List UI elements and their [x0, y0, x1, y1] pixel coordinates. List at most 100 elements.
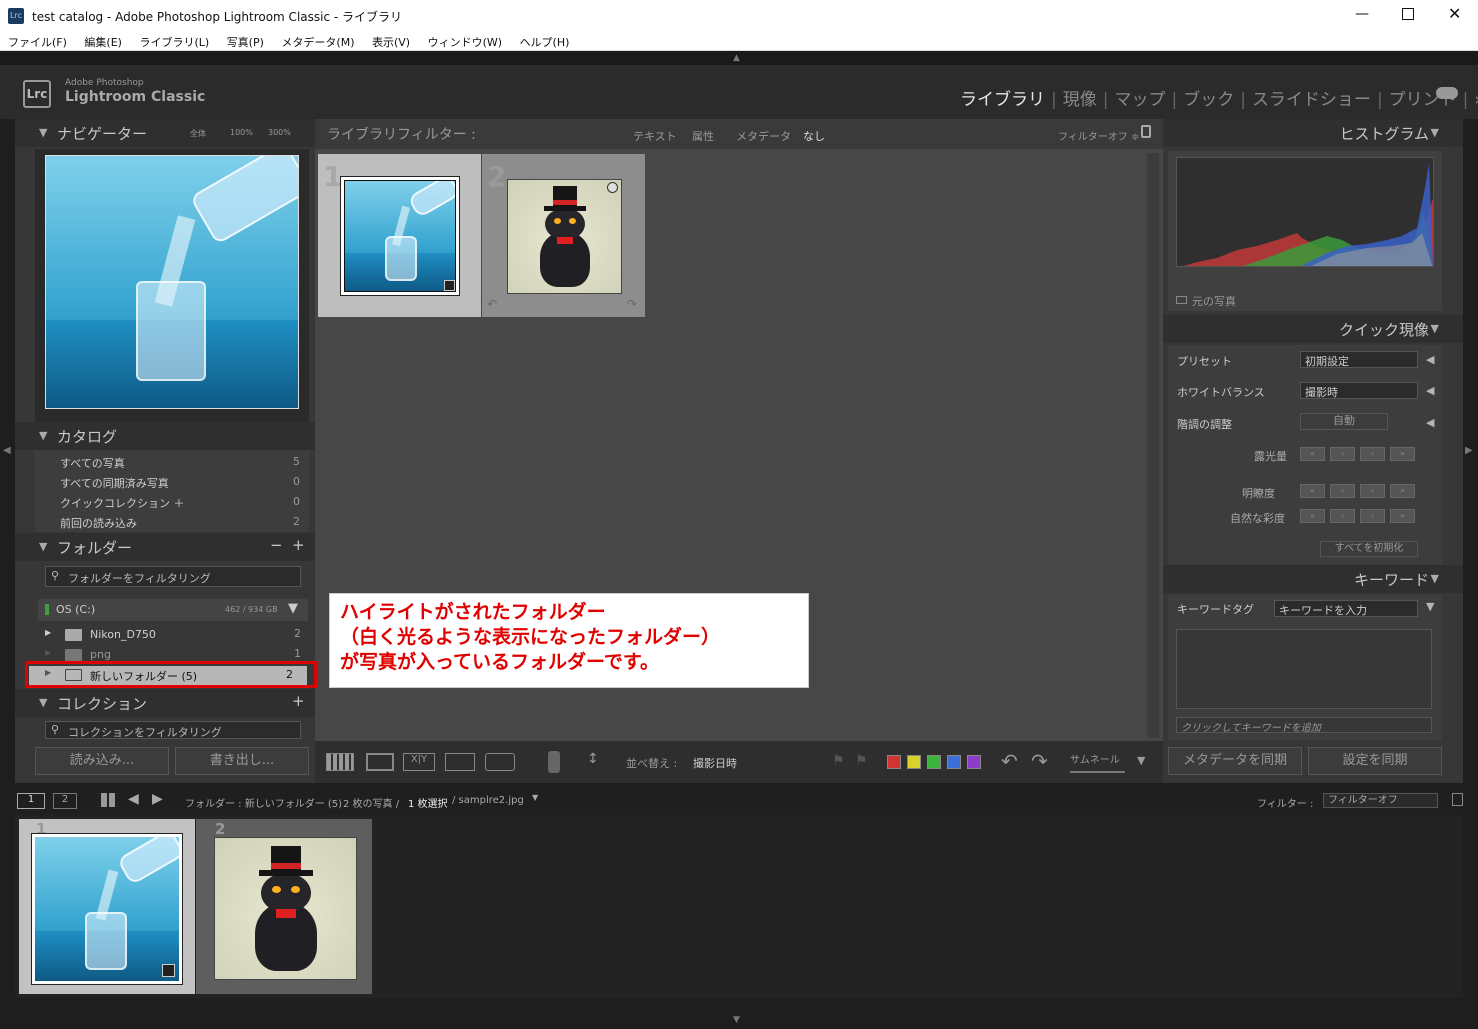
- grid-scrollbar[interactable]: [1147, 153, 1159, 738]
- catalog-item-synced[interactable]: すべての同期済み写真 0: [60, 475, 300, 495]
- selected-file[interactable]: / samplre2.jpg: [452, 795, 524, 806]
- exposure-plus[interactable]: ›: [1360, 447, 1385, 461]
- circle-badge-icon[interactable]: [607, 182, 618, 193]
- catalog-item-quick[interactable]: クイックコレクション ＋ 0: [60, 495, 300, 515]
- source-path[interactable]: フォルダー : 新しいフォルダー (5): [185, 795, 342, 810]
- add-keyword-input[interactable]: クリックしてキーワードを追加: [1176, 717, 1432, 734]
- module-library[interactable]: ライブラリ: [960, 90, 1045, 110]
- preset-select[interactable]: 初期設定: [1300, 351, 1418, 368]
- clarity-minus[interactable]: ‹: [1330, 484, 1355, 498]
- menu-edit[interactable]: 編集(E): [84, 36, 122, 49]
- rotate-ccw-icon[interactable]: ↶: [1001, 749, 1018, 773]
- sort-dropdown[interactable]: 撮影日時: [693, 755, 737, 771]
- forward-arrow-icon[interactable]: ▶: [152, 791, 163, 807]
- expand-left-icon[interactable]: ◀: [1426, 384, 1434, 397]
- keywords-header[interactable]: キーワード ▼: [1163, 565, 1463, 593]
- original-photo-checkbox[interactable]: [1176, 296, 1187, 304]
- grid-cell[interactable]: 2 ↶ ↷: [482, 154, 645, 317]
- left-panel-toggle-icon[interactable]: ◀: [3, 445, 11, 456]
- color-label-green[interactable]: [927, 755, 941, 769]
- menu-metadata[interactable]: メタデータ(M): [281, 36, 354, 49]
- catalog-header[interactable]: ▼ カタログ: [15, 422, 315, 450]
- add-collection-icon[interactable]: +: [292, 692, 305, 710]
- filmstrip-cell-selected[interactable]: 1: [19, 819, 195, 994]
- clarity-minus-large[interactable]: «: [1300, 484, 1325, 498]
- folder-filter-input[interactable]: ⚲ フォルダーをフィルタリング: [45, 566, 301, 587]
- catalog-item-previous[interactable]: 前回の読み込み 2: [60, 515, 300, 535]
- module-develop[interactable]: 現像: [1063, 90, 1097, 110]
- survey-view-icon[interactable]: [445, 753, 475, 771]
- collections-header[interactable]: ▼ コレクション +: [15, 689, 315, 717]
- minimize-button[interactable]: —: [1355, 6, 1369, 22]
- bottom-panel-toggle-icon[interactable]: ▼: [733, 1015, 740, 1025]
- right-panel-toggle-icon[interactable]: ▶: [1465, 445, 1473, 456]
- collection-filter-input[interactable]: ⚲ コレクションをフィルタリング: [45, 721, 301, 739]
- cloud-icon[interactable]: [1436, 87, 1458, 99]
- module-book[interactable]: ブック: [1183, 90, 1234, 110]
- top-panel-toggle[interactable]: ▲: [0, 51, 1478, 65]
- filter-preset-dropdown[interactable]: フィルターオフ ≑: [1058, 128, 1139, 143]
- grid-view-icon[interactable]: [326, 753, 354, 771]
- menu-window[interactable]: ウィンドウ(W): [428, 36, 502, 49]
- dropdown-triangle-icon[interactable]: ▼: [288, 601, 298, 616]
- flag-icon[interactable]: ⚑: [832, 753, 845, 769]
- exposure-minus[interactable]: ‹: [1330, 447, 1355, 461]
- color-label-blue[interactable]: [947, 755, 961, 769]
- exposure-minus-large[interactable]: «: [1300, 447, 1325, 461]
- reset-all-button[interactable]: すべてを初期化: [1320, 541, 1418, 557]
- rotate-right-icon[interactable]: ↷: [627, 297, 637, 311]
- zoom-300[interactable]: 300%: [268, 128, 291, 137]
- rotate-cw-icon[interactable]: ↷: [1031, 749, 1048, 773]
- catalog-item-all[interactable]: すべての写真 5: [60, 455, 300, 475]
- filter-metadata[interactable]: メタデータ: [736, 128, 791, 144]
- filter-none[interactable]: なし: [803, 128, 825, 144]
- expand-left-icon[interactable]: ◀: [1426, 416, 1434, 429]
- menu-file[interactable]: ファイル(F): [8, 36, 67, 49]
- vibrance-minus[interactable]: ‹: [1330, 509, 1355, 523]
- color-label-red[interactable]: [887, 755, 901, 769]
- lock-icon[interactable]: [1141, 125, 1151, 138]
- add-folder-icon[interactable]: +: [292, 536, 305, 554]
- vibrance-minus-large[interactable]: «: [1300, 509, 1325, 523]
- expand-triangle-icon[interactable]: ▶: [45, 628, 51, 637]
- expand-triangle-icon[interactable]: ▶: [45, 648, 51, 657]
- menu-help[interactable]: ヘルプ(H): [520, 36, 570, 49]
- window-2-button[interactable]: 2: [53, 793, 77, 809]
- more-modules-icon[interactable]: »: [1474, 90, 1478, 110]
- vibrance-plus-large[interactable]: »: [1390, 509, 1415, 523]
- grid-icon[interactable]: [101, 793, 115, 807]
- close-button[interactable]: ✕: [1448, 4, 1461, 23]
- rotate-left-icon[interactable]: ↶: [487, 297, 497, 311]
- toolbar-menu-icon[interactable]: ▼: [1137, 754, 1145, 767]
- sync-metadata-button[interactable]: メタデータを同期: [1168, 747, 1302, 775]
- reject-flag-icon[interactable]: ⚑: [855, 753, 868, 769]
- auto-tone-button[interactable]: 自動: [1300, 413, 1388, 430]
- histogram-chart[interactable]: [1176, 157, 1434, 267]
- sort-direction-icon[interactable]: ↕: [587, 751, 599, 767]
- filmstrip-cell[interactable]: 2: [196, 819, 372, 994]
- dropdown-triangle-icon[interactable]: ▼: [1426, 600, 1434, 613]
- color-label-yellow[interactable]: [907, 755, 921, 769]
- clarity-plus-large[interactable]: »: [1390, 484, 1415, 498]
- menu-library[interactable]: ライブラリ(L): [139, 36, 209, 49]
- window-1-button[interactable]: 1: [17, 793, 45, 809]
- folder-item-nikon[interactable]: ▶ Nikon_D750 2: [43, 627, 305, 647]
- filter-text[interactable]: テキスト: [633, 128, 677, 144]
- maximize-button[interactable]: [1402, 8, 1414, 20]
- navigator-preview[interactable]: [35, 149, 309, 422]
- keyword-textarea[interactable]: [1176, 629, 1432, 709]
- exposure-plus-large[interactable]: »: [1390, 447, 1415, 461]
- keyword-tag-select[interactable]: キーワードを入力: [1274, 600, 1418, 617]
- export-button[interactable]: 書き出し...: [175, 747, 309, 775]
- vibrance-plus[interactable]: ›: [1360, 509, 1385, 523]
- navigator-header[interactable]: ▼ ナビゲーター 全体 100% 300%: [15, 119, 315, 147]
- compare-view-icon[interactable]: X|Y: [403, 753, 435, 771]
- loupe-view-icon[interactable]: [366, 753, 394, 771]
- zoom-100[interactable]: 100%: [230, 128, 253, 137]
- volume-row[interactable]: OS (C:) 462 / 934 GB ▼: [38, 599, 308, 621]
- module-slideshow[interactable]: スライドショー: [1252, 90, 1371, 110]
- grid-cell-selected[interactable]: 1: [318, 154, 481, 317]
- menu-photo[interactable]: 写真(P): [227, 36, 264, 49]
- module-map[interactable]: マップ: [1114, 90, 1165, 110]
- file-dropdown-icon[interactable]: ▼: [532, 793, 538, 802]
